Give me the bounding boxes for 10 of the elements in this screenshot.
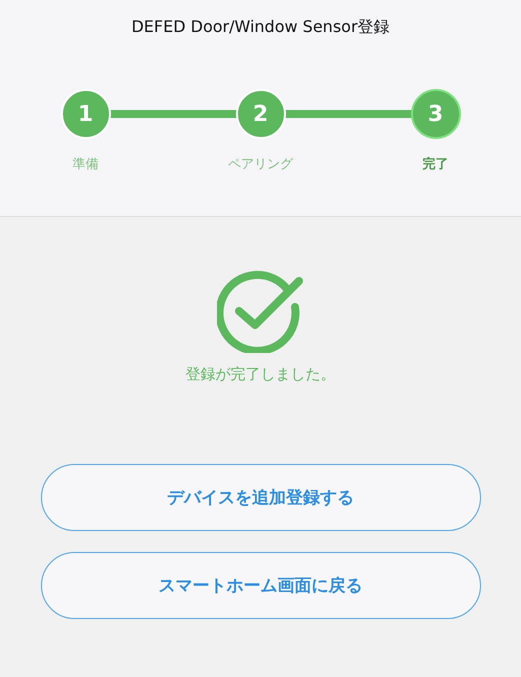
success-message: 登録が完了しました。: [186, 365, 336, 384]
action-button[interactable]: デバイスを追加登録する: [40, 464, 480, 531]
step-label: 準備: [72, 156, 98, 173]
header-title: DEFED Door/Window Sensor登録: [131, 17, 390, 38]
action-button[interactable]: スマートホーム画面に戻る: [40, 552, 480, 619]
step-label: ペアリング: [228, 156, 293, 173]
step-circle: 1: [60, 89, 110, 139]
step-circle: 2: [236, 89, 286, 139]
step-circle: 3: [410, 89, 460, 139]
step-label: 完了: [422, 156, 448, 173]
